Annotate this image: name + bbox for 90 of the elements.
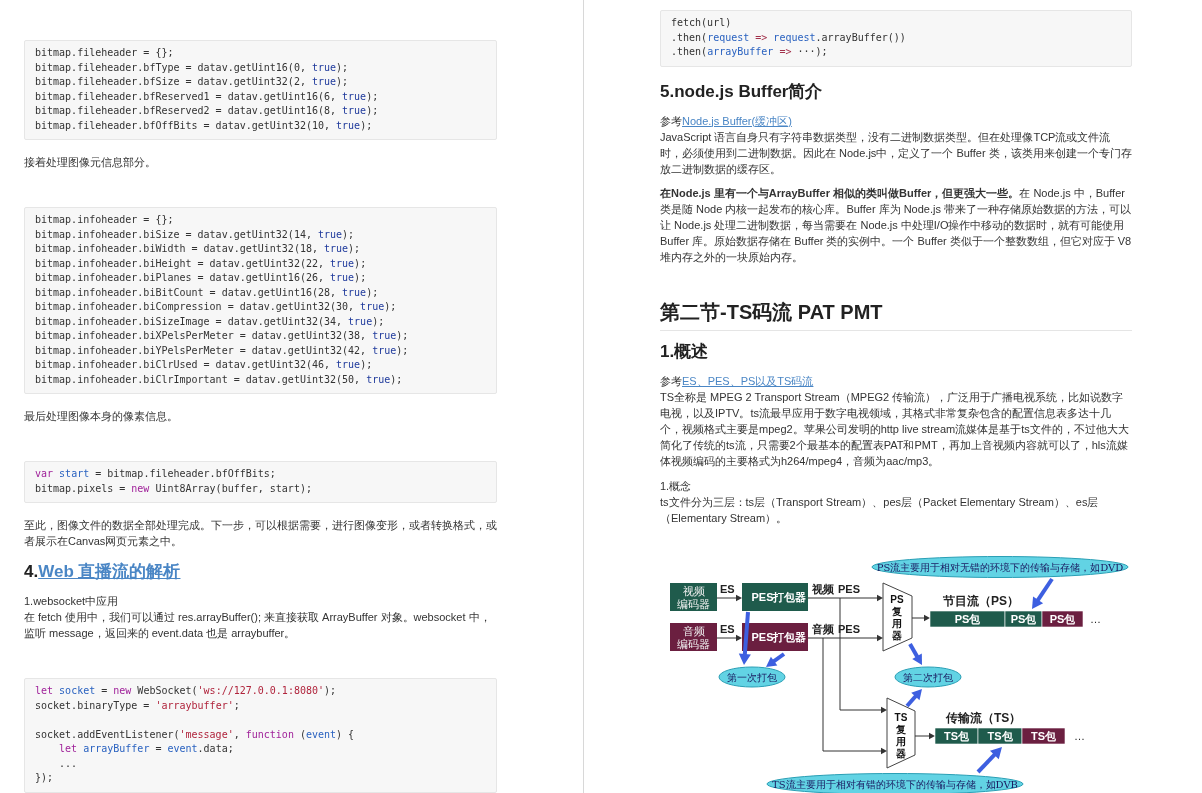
ellipsis-text: … xyxy=(1074,729,1085,742)
note-text: PS流主要用于相对无错的环境下的传输与存储，如DVD xyxy=(876,561,1124,572)
code-line: bitmap.infoheader.biHeight = datav.getUint32(22, true); xyxy=(35,256,368,271)
code-line: bitmap.infoheader.biCompression = datav.getUint32(30, true); xyxy=(35,300,398,314)
code-line: let socket = new WebSocket('ws://127.0.0.1:8080'); xyxy=(35,684,338,698)
stream-label: ES xyxy=(720,622,735,635)
packet-label: PS包 xyxy=(954,612,981,625)
paragraph: 在 fetch 使用中，我们可以通过 res.arrayBuffer(); 来直接获取 ArrayBuffer 对象。websocket 中，监听 message，返回来的 event.data 也是 arraybuffer。 xyxy=(24,610,492,641)
code-line: bitmap.infoheader.biSizeImage = datav.getUint32(34, true); xyxy=(35,314,386,329)
connector-arrow xyxy=(914,732,935,739)
packet-label: TS包 xyxy=(987,729,1013,742)
subheading: 1.websocket中应用 xyxy=(24,594,120,609)
multiplexer-label: TS 复 用 器 xyxy=(894,711,908,759)
stream-title: 传输流（TS） xyxy=(946,710,1022,725)
section-title: 第二节-TS码流 PAT PMT xyxy=(660,298,1132,331)
reference-link[interactable]: ES、PES、PS以及TS码流 xyxy=(682,374,814,387)
packet-label: PS包 xyxy=(1010,612,1037,625)
code-line: bitmap.infoheader.biXPelsPerMeter = datav.getUint32(38, true); xyxy=(35,329,410,343)
code-line: .then(request => request.arrayBuffer()) xyxy=(671,30,907,45)
code-line: let arrayBuffer = event.data; xyxy=(58,742,235,756)
heading-link[interactable]: Web 直播流的解析 xyxy=(38,562,181,581)
packer-box xyxy=(742,622,808,651)
connector-arrow xyxy=(716,594,742,601)
paragraph: 接着处理图像元信息部分。 xyxy=(24,155,157,170)
code-line: bitmap.infoheader.biSize = datav.getUint32(14, true); xyxy=(35,227,356,242)
code-line: }); xyxy=(35,771,55,785)
code-line: bitmap.infoheader.biClrImportant = datav.getUint32(50, true); xyxy=(35,372,404,387)
pointer-arrow xyxy=(766,651,786,667)
ellipsis-text: … xyxy=(1090,612,1101,625)
paragraph: JavaScript 语言自身只有字符串数据类型，没有二进制数据类型。但在处理像TCP流或文件流时，必须使用到二进制数据。因此在 Node.js中，定义了一个 Buffer 类，该类用来创建一个专门存放二进制数据的缓存区。 xyxy=(660,129,1132,177)
code-line: var start = bitmap.fileheader.bfOffBits; xyxy=(35,467,277,481)
section-heading: 5.node.js Buffer简介 xyxy=(660,80,824,103)
code-line: socket.binaryType = 'arraybuffer'; xyxy=(35,698,241,713)
pointer-arrow xyxy=(976,746,1002,773)
code-line: bitmap.infoheader.biPlanes = datav.getUint16(26, true); xyxy=(35,271,368,285)
note-text: TS流主要用于相对有错的环境下的传输与存储，如DVB xyxy=(772,778,1018,789)
paragraph: 在Node.js 里有一个与ArrayBuffer 相似的类叫做Buffer，但更强大一些。在 Node.js 中，Buffer 类是随 Node 内核一起发布的核心库。Buffer 库为 Node.js 带来了一种存储原始数据的方法，可以让 Node.js 处理二进制数据，每当需要在 Node.js 中处理I/O操作中移动的数据时，就有可能使用 Buffer 库。原始数据存储在 Buffer 类的实例中。一个 Buffer 类似于一个整数数组，但它对应于 V8 堆内存之外的一块原始内存。 xyxy=(660,185,1132,265)
note-text: 第二次打包 xyxy=(903,671,953,682)
stream-label: PES xyxy=(838,582,860,595)
note-bubble xyxy=(894,666,962,687)
paragraph: ts文件分为三层：ts层（Transport Stream）、pes层（Packet Elementary Stream）、es层（Elementary Stream）。 xyxy=(660,494,1100,526)
packet-label: TS包 xyxy=(1030,729,1057,742)
paragraph: 至此，图像文件的数据全部处理完成。下一步，可以根据需要，进行图像变形，或者转换格式，或者展示在Canvas网页元素之中。 xyxy=(24,518,497,549)
pointer-arrow xyxy=(908,642,922,665)
packer-box xyxy=(742,582,808,611)
subheading: 1.概念 xyxy=(660,478,693,494)
packer-label: PES打包器 xyxy=(751,630,807,643)
multiplexer-shape xyxy=(886,697,916,768)
code-line: bitmap.pixels = new Uint8Array(buffer, start); xyxy=(35,481,313,496)
paragraph: 最后处理图像本身的像素信息。 xyxy=(24,409,179,424)
code-line: bitmap.infoheader.biYPelsPerMeter = datav.getUint32(42, true); xyxy=(35,343,410,358)
code-line: bitmap.fileheader.bfReserved1 = datav.getUint16(6, true); xyxy=(35,89,380,104)
code-line: .then(arrayBuffer => ···); xyxy=(671,45,829,59)
encoder-label: 视频 编码器 xyxy=(677,584,710,611)
pointer-arrow xyxy=(905,688,922,707)
code-line: bitmap.fileheader.bfSize = datav.getUint32(2, true); xyxy=(35,75,350,89)
code-line: bitmap.fileheader.bfOffBits = datav.getUint32(10, true); xyxy=(35,118,374,133)
code-line: fetch(url) xyxy=(671,16,733,30)
note-bubble xyxy=(718,666,786,687)
encoder-label: 音频 编码器 xyxy=(677,624,710,651)
section-heading: 4.Web 直播流的解析 xyxy=(24,561,182,583)
code-line: bitmap.fileheader.bfReserved2 = datav.getUint16(8, true); xyxy=(35,104,380,118)
packet-label: TS包 xyxy=(943,729,970,742)
multiplexer-shape xyxy=(882,582,913,651)
code-line: bitmap.infoheader.biWidth = datav.getUint32(18, true); xyxy=(35,242,362,256)
code-line: bitmap.infoheader = {}; xyxy=(35,213,175,227)
connector-arrow xyxy=(716,634,742,641)
packet-label: PS包 xyxy=(1049,612,1076,625)
stream-label: PES xyxy=(838,622,860,635)
reference-line: 参考Node.js Buffer(缓冲区) xyxy=(660,113,793,129)
multiplexer-label: PS 复 用 器 xyxy=(890,593,904,641)
stream-label: 视频 xyxy=(812,582,834,595)
stream-label: 音频 xyxy=(812,622,834,635)
code-line: ... xyxy=(58,756,79,771)
code-line: bitmap.infoheader.biBitCount = datav.getUint16(28, true); xyxy=(35,285,380,300)
note-text: 第一次打包 xyxy=(727,671,777,682)
pointer-arrow xyxy=(1032,577,1054,609)
paragraph: TS全称是 MPEG 2 Transport Stream（MPEG2 传输流），广泛用于广播电视系统，比如说数字电视，以及IPTV。ts流最早应用于数字电视领域，其格式非常复杂包含的配置信息表多达十几个，视频格式主要是mpeg2。苹果公司发明的http live stream流媒体是基于ts文件的，不过他大大简化了传统的ts流，只需要2个最基本的配置表PAT和PMT，再加上音视频内容就可以了，hls流媒体视频编码的主要格式为h264/mpeg4，音频为aac/mp3。 xyxy=(660,389,1130,469)
stream-title: 节目流（PS） xyxy=(943,593,1019,608)
code-line: bitmap.fileheader.bfType = datav.getUint16(0, true); xyxy=(35,60,350,75)
section-heading: 1.概述 xyxy=(660,340,710,363)
packer-label: PES打包器 xyxy=(751,590,807,603)
code-line: bitmap.infoheader.biClrUsed = datav.getUint32(46, true); xyxy=(35,358,374,372)
pointer-arrow xyxy=(738,611,751,665)
reference-link[interactable]: Node.js Buffer(缓冲区) xyxy=(682,114,792,127)
reference-line: 参考ES、PES、PS以及TS码流 xyxy=(660,373,815,389)
connector-arrow xyxy=(911,614,930,621)
stream-label: ES xyxy=(720,582,735,595)
code-line: bitmap.fileheader = {}; xyxy=(35,46,175,60)
code-line: socket.addEventListener('message', function (event) { xyxy=(35,727,356,742)
